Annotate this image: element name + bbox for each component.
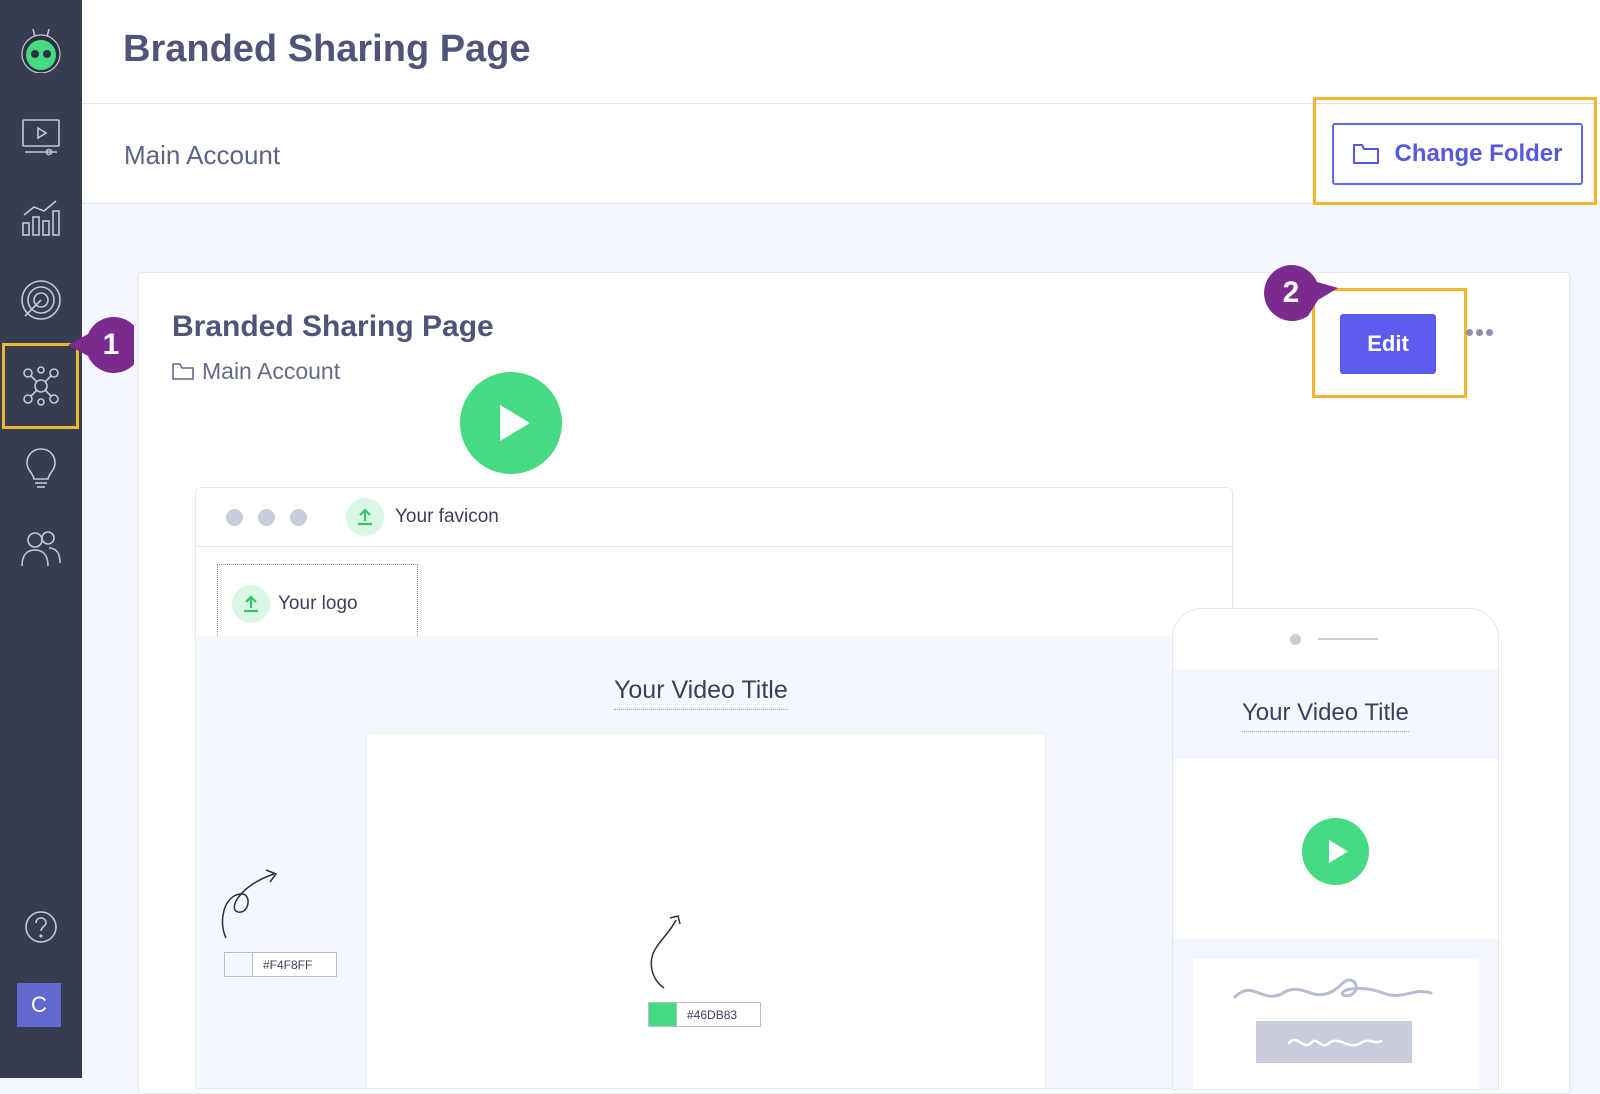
help-icon[interactable]	[0, 897, 82, 957]
mobile-camera-dot	[1290, 634, 1301, 645]
play-button-icon[interactable]	[460, 372, 562, 474]
folder-icon	[1353, 144, 1380, 164]
background-color-swatch: #F4F8FF	[224, 952, 337, 977]
arrow-doodle-icon	[650, 915, 681, 989]
arrow-doodle-icon	[221, 869, 278, 939]
mobile-play-button-icon[interactable]	[1302, 818, 1369, 885]
edit-button[interactable]: Edit	[1340, 314, 1436, 374]
window-dot	[258, 509, 275, 526]
mobile-speaker	[1318, 638, 1378, 640]
callout-step-1: 1	[68, 314, 138, 376]
signature-scribble-icon	[1233, 978, 1433, 1063]
users-icon[interactable]	[0, 518, 82, 578]
button-color-swatch: #46DB83	[648, 1002, 761, 1027]
video-title: Your Video Title	[614, 676, 788, 710]
favicon-label: Your favicon	[395, 506, 499, 527]
window-dot	[226, 509, 243, 526]
mobile-video-title: Your Video Title	[1242, 699, 1409, 732]
mobile-top-bar	[1173, 609, 1498, 669]
desktop-preview: Your favicon Your logo Your Video Title	[195, 487, 1233, 1089]
more-options-icon[interactable]	[1466, 329, 1493, 336]
background-color-value: #F4F8FF	[263, 957, 313, 972]
callout-number-1: 1	[102, 328, 120, 361]
favicon-upload-icon[interactable]	[346, 498, 384, 536]
app-logo-icon[interactable]	[0, 18, 82, 78]
callout-step-2: 2	[1260, 262, 1338, 324]
page-header: Branded Sharing Page	[82, 0, 1600, 104]
analytics-icon[interactable]	[0, 188, 82, 248]
card-folder-label: Main Account	[202, 358, 341, 384]
breadcrumb: Main Account	[124, 140, 281, 170]
mobile-cta-card	[1193, 959, 1478, 1089]
button-color-value: #46DB83	[687, 1007, 738, 1022]
change-folder-label: Change Folder	[1394, 140, 1563, 167]
mobile-title-band: Your Video Title	[1173, 669, 1498, 759]
browser-bar: Your favicon	[196, 488, 1232, 547]
videos-icon[interactable]	[0, 106, 82, 166]
video-player	[366, 733, 1046, 1088]
logo-label: Your logo	[278, 593, 358, 614]
card-title: Branded Sharing Page	[172, 310, 494, 343]
ideas-icon[interactable]	[0, 438, 82, 498]
card-folder: Main Account	[172, 358, 340, 385]
sidebar: C	[0, 0, 82, 1078]
user-avatar[interactable]: C	[17, 983, 61, 1027]
window-dot	[290, 509, 307, 526]
mobile-preview: Your Video Title	[1172, 608, 1499, 1090]
page-title: Branded Sharing Page	[123, 28, 531, 70]
callout-number-2: 2	[1282, 276, 1300, 309]
logo-placeholder[interactable]: Your logo	[217, 564, 418, 646]
logo-upload-icon	[232, 585, 270, 623]
folder-icon	[172, 362, 194, 380]
change-folder-button[interactable]: Change Folder	[1332, 123, 1583, 185]
